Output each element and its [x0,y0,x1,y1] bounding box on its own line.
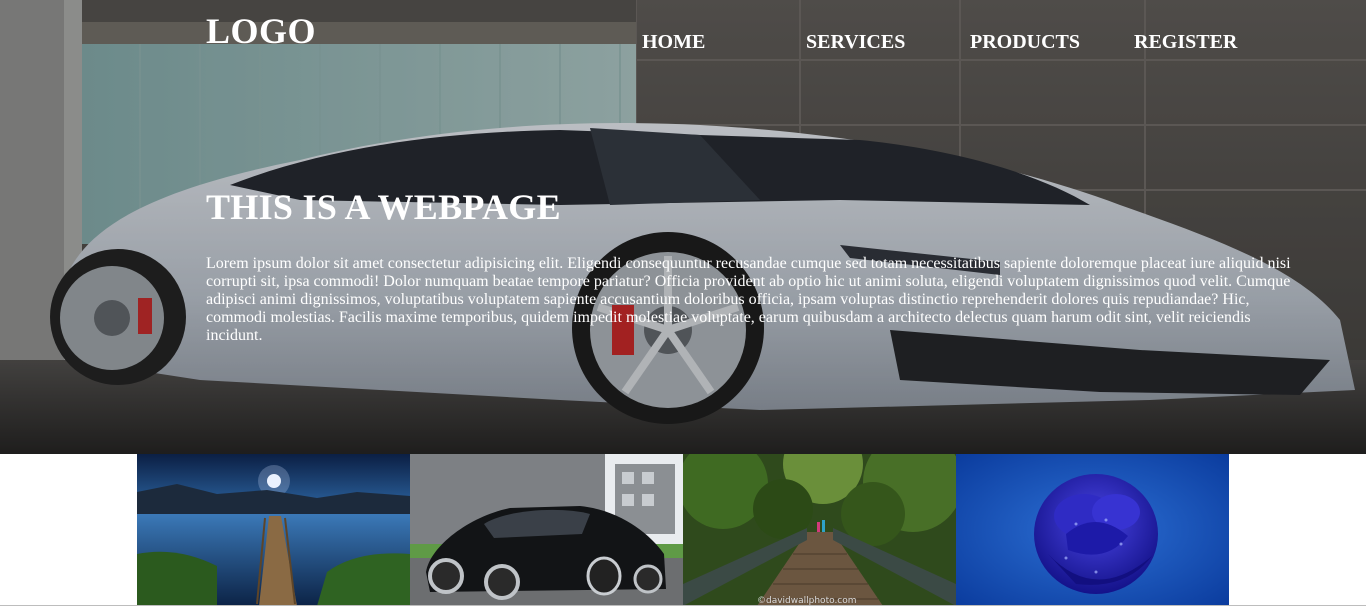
nav-products-link[interactable]: PRODUCTS [970,31,1080,54]
nav-services-link[interactable]: SERVICES [806,31,905,54]
hero-section: LOGO HOME SERVICES PRODUCTS REGISTER THI… [0,0,1366,454]
page-bottom-divider [0,605,1366,606]
forest-bridge-image: ©davidwallphoto.com [683,454,956,606]
image-gallery: ©davidwallphoto.com [137,454,1229,606]
black-sports-car-image [410,454,683,606]
hero-description: Lorem ipsum dolor sit amet consectetur a… [206,255,1291,344]
gallery-item-car[interactable] [410,454,683,606]
lake-pier-image [137,454,410,606]
gallery-item-bridge[interactable]: ©davidwallphoto.com [683,454,956,606]
nav-register-link[interactable]: REGISTER [1134,31,1237,54]
page: LOGO HOME SERVICES PRODUCTS REGISTER THI… [0,0,1366,609]
gallery-item-lake[interactable] [137,454,410,606]
gallery-item-rose[interactable] [956,454,1229,606]
main-navigation: HOME SERVICES PRODUCTS REGISTER [0,31,1366,59]
blue-rose-image [956,454,1229,606]
hero-title: THIS IS A WEBPAGE [206,187,561,227]
nav-home-link[interactable]: HOME [642,31,705,54]
hero-car-background-image [0,0,1366,454]
